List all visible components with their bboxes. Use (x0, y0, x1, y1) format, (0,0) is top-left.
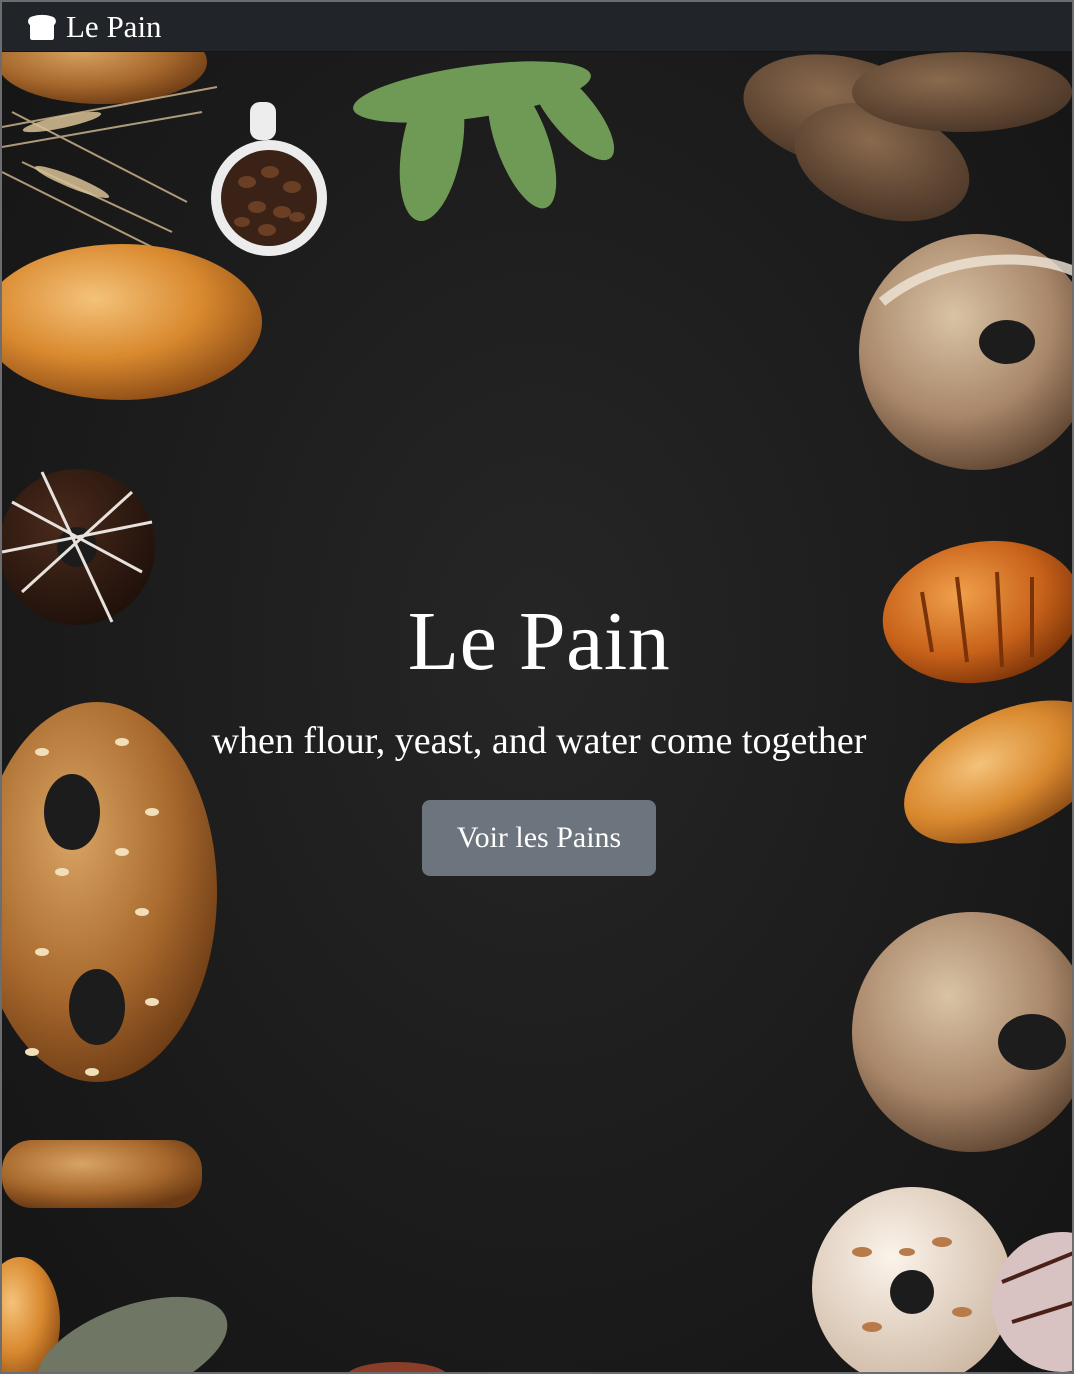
hero-tagline: when flour, yeast, and water come togeth… (211, 720, 867, 762)
navbar: Le Pain (2, 2, 1072, 52)
view-breads-button[interactable]: Voir les Pains (422, 800, 656, 876)
hero-title: Le Pain (407, 595, 671, 688)
browser-viewport: Le Pain Le Pain when flour, yeast, and w… (0, 0, 1074, 1374)
hero-section: Le Pain when flour, yeast, and water com… (2, 52, 1072, 1372)
navbar-brand[interactable]: Le Pain (26, 11, 162, 42)
hero-content: Le Pain when flour, yeast, and water com… (2, 52, 1072, 1372)
brand-label: Le Pain (66, 9, 162, 44)
bread-loaf-icon (28, 14, 56, 40)
